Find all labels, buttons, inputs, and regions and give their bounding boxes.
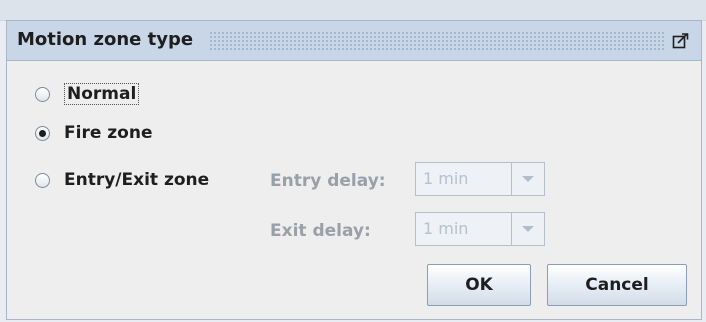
dialog-title: Motion zone type (17, 29, 202, 50)
radio-button-normal[interactable] (35, 86, 50, 102)
ok-button[interactable]: OK (427, 264, 531, 306)
entry-delay-select[interactable]: 1 min (415, 162, 545, 196)
cancel-button[interactable]: Cancel (547, 264, 687, 306)
title-bar-texture (209, 31, 665, 51)
chevron-down-icon[interactable] (511, 213, 544, 245)
radio-option-fire-zone[interactable]: Fire zone (35, 123, 152, 143)
chevron-down-icon[interactable] (511, 163, 544, 195)
title-bar[interactable]: Motion zone type (7, 21, 701, 61)
radio-option-entry-exit-zone[interactable]: Entry/Exit zone (35, 170, 209, 190)
radio-button-entry-exit-zone[interactable] (35, 172, 50, 188)
exit-delay-label: Exit delay: (270, 221, 371, 241)
exit-delay-select[interactable]: 1 min (415, 212, 545, 246)
dialog-content: Normal Fire zone Entry/Exit zone Entry d… (7, 61, 701, 319)
exit-delay-value: 1 min (423, 219, 469, 238)
radio-option-normal[interactable]: Normal (35, 83, 140, 105)
radio-button-fire-zone[interactable] (35, 125, 50, 141)
motion-zone-type-dialog: Motion zone type Normal Fire zone Entry/… (6, 20, 702, 320)
maximize-icon[interactable] (670, 30, 692, 52)
entry-delay-value: 1 min (423, 169, 469, 188)
radio-label-normal[interactable]: Normal (64, 83, 140, 105)
radio-label-entry-exit-zone[interactable]: Entry/Exit zone (64, 170, 209, 190)
background-window-strip (0, 0, 706, 21)
entry-delay-label: Entry delay: (270, 171, 386, 191)
radio-label-fire-zone[interactable]: Fire zone (64, 123, 152, 143)
